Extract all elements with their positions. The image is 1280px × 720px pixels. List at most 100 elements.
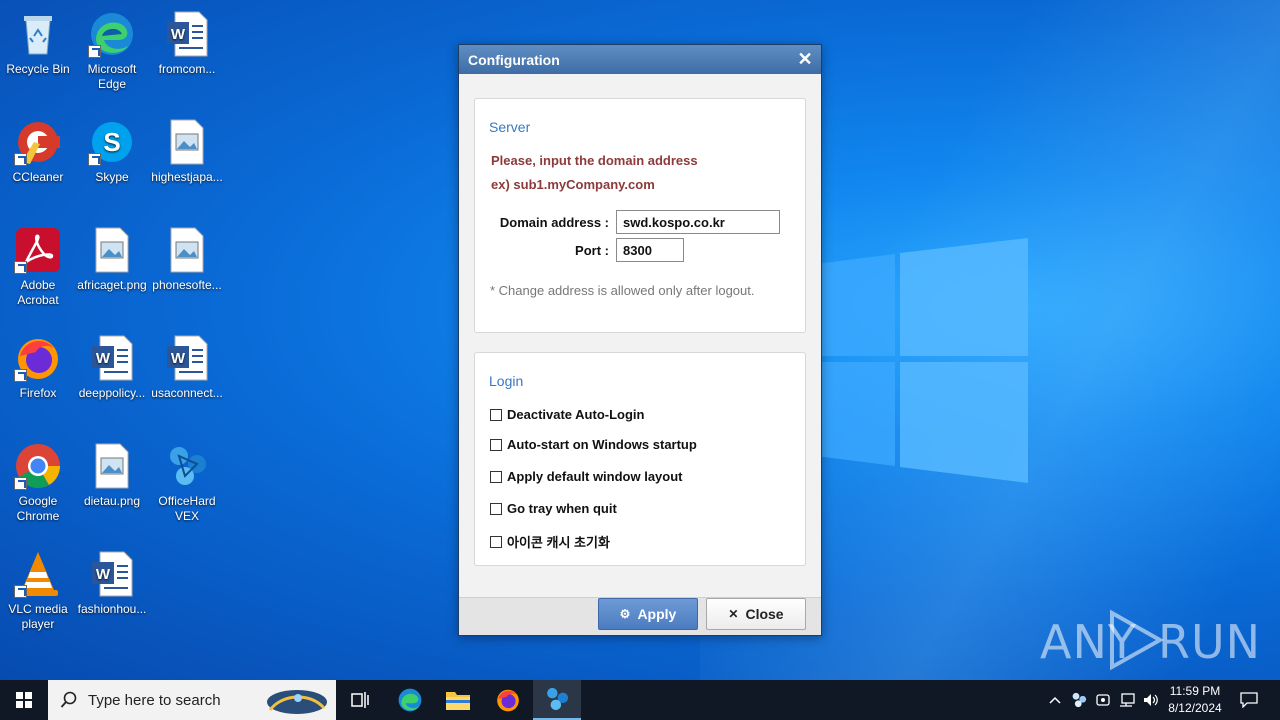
image-file-icon [88,226,136,274]
deactivate-auto-login-checkbox[interactable]: Deactivate Auto-Login [490,407,644,422]
desktop-icon-label: fromcom... [158,62,216,76]
close-icon[interactable]: ✕ [795,49,815,69]
desktop-icon-label: VLC media player [8,602,68,631]
taskbar-clock[interactable]: 11:59 PM 8/12/2024 [1160,683,1230,717]
apply-button[interactable]: ⚙ Apply [598,598,698,630]
desktop-icon-officehard-vex[interactable]: OfficeHard VEX [149,436,225,524]
dialog-titlebar[interactable]: Configuration ✕ [459,45,821,74]
officehard-tray-icon [1072,692,1087,708]
desktop-icon-highestjapa[interactable]: highestjapa... [149,112,225,185]
network-icon [1120,693,1135,707]
port-input[interactable] [616,238,684,262]
anyrun-watermark: ANY RUN [1040,605,1260,675]
action-center-button[interactable] [1234,680,1264,720]
taskbar: Type here to search 11:59 PM 8/12/2024 [0,680,1280,720]
checkbox-box[interactable] [490,408,502,421]
checkbox-label: Deactivate Auto-Login [507,407,645,422]
taskbar-search-box[interactable]: Type here to search [48,680,336,720]
firefox-icon [497,689,519,712]
search-placeholder: Type here to search [88,691,221,709]
server-section-title: Server [489,119,531,135]
desktop-icon-label: africaget.png [77,278,147,292]
watermark-text-right: RUN [1158,615,1262,669]
close-button[interactable]: ✕ Close [706,598,806,630]
login-panel: Login Deactivate Auto-Login Auto-start o… [474,352,806,566]
desktop-icon-label: phonesofte... [152,278,222,292]
image-file-icon [163,226,211,274]
word-doc-icon: W [163,10,211,58]
task-view-button[interactable] [336,680,384,720]
desktop-icon-africaget[interactable]: africaget.png [74,220,150,293]
login-section-title: Login [489,373,524,389]
start-button[interactable] [0,680,48,720]
dialog-footer: ⚙ Apply ✕ Close [459,597,821,635]
configuration-dialog: Configuration ✕ Server Please, input the… [458,44,822,636]
folder-icon [446,692,470,710]
checkbox-box[interactable] [490,535,502,548]
desktop-icon-google-chrome[interactable]: Google Chrome [0,436,76,524]
meet-now-icon [1096,694,1110,706]
show-hidden-icons-button[interactable] [1044,680,1066,720]
domain-address-input[interactable] [616,210,780,234]
domain-address-label: Domain address : [499,215,609,230]
change-address-note: * Change address is allowed only after l… [490,283,755,298]
chevron-up-icon [1049,696,1061,704]
go-tray-checkbox[interactable]: Go tray when quit [490,501,617,516]
desktop-icon-microsoft-edge[interactable]: Microsoft Edge [74,4,150,92]
clock-date: 8/12/2024 [1168,701,1222,715]
word-doc-icon: W [163,334,211,382]
task-view-icon [351,692,369,708]
desktop-icon-recycle-bin[interactable]: Recycle Bin [0,4,76,77]
taskbar-edge[interactable] [386,680,434,720]
svg-text:S: S [103,127,120,157]
watermark-play-icon [1110,609,1164,671]
desktop-icon-ccleaner[interactable]: CCleaner [0,112,76,185]
auto-start-checkbox[interactable]: Auto-start on Windows startup [490,437,697,452]
chrome-icon [14,442,62,490]
desktop-icon-deeppolicy[interactable]: W deeppolicy... [74,328,150,401]
desktop-icon-adobe-acrobat[interactable]: Adobe Acrobat [0,220,76,308]
desktop-icon-label: highestjapa... [151,170,223,184]
ccleaner-icon [14,118,62,166]
desktop-icon-fromcom[interactable]: W fromcom... [149,4,225,77]
apply-default-layout-checkbox[interactable]: Apply default window layout [490,469,683,484]
officehard-icon [163,442,211,490]
gear-icon: ⚙ [619,607,631,621]
apply-button-label: Apply [637,606,677,622]
edge-icon [88,10,136,58]
tray-volume[interactable] [1140,680,1162,720]
recycle-bin-icon [14,10,62,58]
desktop-icon-skype[interactable]: S Skype [74,112,150,185]
taskbar-file-explorer[interactable] [434,680,482,720]
desktop-icon-label: deeppolicy... [78,386,146,400]
vlc-icon [14,550,62,598]
desktop-icon-firefox[interactable]: Firefox [0,328,76,401]
checkbox-box[interactable] [490,470,502,483]
tray-officehard[interactable] [1068,680,1090,720]
taskbar-officehard[interactable] [533,680,581,720]
windows-start-icon [16,692,32,708]
notification-icon [1240,692,1258,708]
server-hint-line1: Please, input the domain address [491,153,698,168]
desktop-icon-dietau[interactable]: dietau.png [74,436,150,509]
windows-logo-wallpaper [800,238,1028,483]
desktop-icon-label: dietau.png [83,494,141,508]
desktop-icon-label: usaconnect... [151,386,223,400]
checkbox-label: Go tray when quit [507,501,617,516]
desktop-icon-fashionhou[interactable]: W fashionhou... [74,544,150,617]
checkbox-box[interactable] [490,502,502,515]
desktop-icon-label: OfficeHard VEX [158,494,216,523]
icon-cache-reset-checkbox[interactable]: 아이콘 캐시 초기화 [490,532,610,551]
tray-meet-now[interactable] [1092,680,1114,720]
desktop-icon-phonesofte[interactable]: phonesofte... [149,220,225,293]
tray-network[interactable] [1116,680,1138,720]
checkbox-label: Auto-start on Windows startup [507,437,697,452]
taskbar-firefox[interactable] [484,680,532,720]
desktop-icon-usaconnect[interactable]: W usaconnect... [149,328,225,401]
svg-text:W: W [96,350,111,367]
acrobat-icon [14,226,62,274]
checkbox-box[interactable] [490,438,502,451]
desktop-icon-vlc[interactable]: VLC media player [0,544,76,632]
volume-icon [1144,694,1158,706]
close-button-label: Close [745,606,784,622]
